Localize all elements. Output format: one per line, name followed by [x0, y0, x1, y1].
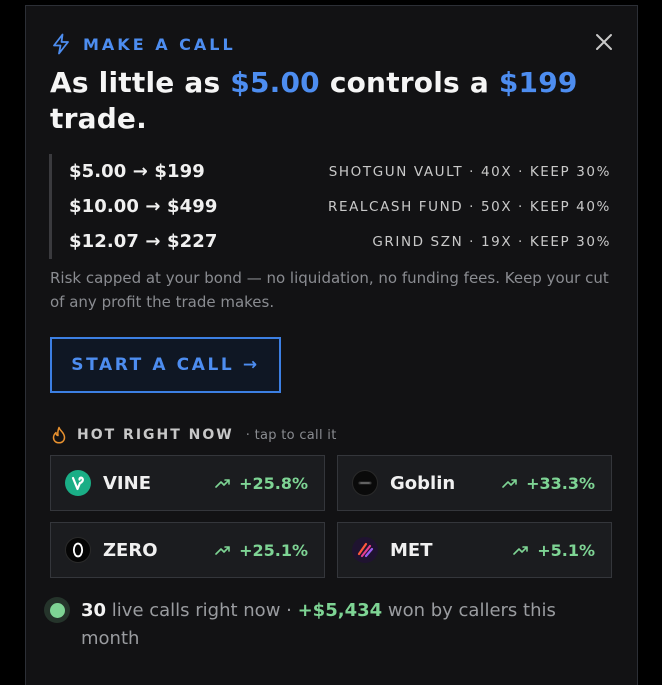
live-count: 30: [81, 600, 107, 621]
live-count-text: live calls right now ·: [106, 600, 298, 621]
eyebrow-label: MAKE A CALL: [83, 34, 236, 54]
token-tile-vine[interactable]: VINE +25.8%: [50, 455, 325, 511]
example-row: $5.00 → $199 SHOTGUN VAULT · 40X · KEEP …: [49, 154, 613, 189]
token-name: VINE: [103, 472, 151, 494]
headline-suffix: trade.: [50, 102, 147, 135]
flame-icon: [52, 426, 66, 444]
trending-up-icon: [502, 479, 517, 488]
hot-title: HOT RIGHT NOW: [77, 427, 234, 443]
example-pair: $5.00 → $199: [69, 161, 205, 182]
lightning-bolt-icon: [53, 33, 69, 55]
live-status-dot: [44, 597, 70, 623]
met-logo-icon: [352, 537, 378, 563]
close-button[interactable]: [593, 31, 615, 53]
headline-amount: $5.00: [230, 66, 320, 99]
headline-mid: controls a: [319, 66, 499, 99]
vine-logo-icon: [65, 470, 91, 496]
close-icon: [596, 34, 612, 50]
description: Risk capped at your bond — no liquidatio…: [50, 269, 609, 311]
token-name: ZERO: [103, 539, 158, 561]
example-meta: REALCASH FUND · 50X · KEEP 40%: [327, 198, 611, 215]
headline: As little as $5.00 controls a $199 trade…: [50, 65, 590, 137]
token-name: MET: [390, 539, 433, 561]
make-a-call-card: MAKE A CALL As little as $5.00 controls …: [25, 5, 638, 685]
headline-prefix: As little as: [50, 66, 231, 99]
live-stats: 30 live calls right now · +$5,434 won by…: [81, 597, 581, 653]
token-tile-zero[interactable]: ZERO +25.1%: [50, 522, 325, 578]
token-change: +25.1%: [215, 541, 308, 560]
example-pair: $12.07 → $227: [69, 231, 218, 252]
headline-target: $199: [498, 66, 578, 99]
example-meta: SHOTGUN VAULT · 40X · KEEP 30%: [328, 163, 611, 180]
token-change: +5.1%: [513, 541, 595, 560]
token-change-value: +5.1%: [537, 540, 595, 560]
eyebrow: MAKE A CALL: [51, 32, 236, 56]
trending-up-icon: [513, 546, 529, 555]
token-tile-met[interactable]: MET +5.1%: [337, 522, 612, 578]
token-change: +25.8%: [215, 474, 308, 493]
example-meta: GRIND SZN · 19X · KEEP 30%: [372, 233, 611, 250]
example-row: $12.07 → $227 GRIND SZN · 19X · KEEP 30%: [49, 224, 613, 259]
token-change-value: +33.3%: [526, 473, 595, 493]
won-amount: +$5,434: [297, 600, 383, 621]
zero-logo-icon: [65, 537, 91, 563]
start-call-button[interactable]: START A CALL →: [50, 337, 281, 393]
token-change-value: +25.8%: [239, 473, 308, 493]
example-pair: $10.00 → $499: [69, 196, 218, 217]
trending-up-icon: [215, 546, 230, 555]
example-row: $10.00 → $499 REALCASH FUND · 50X · KEEP…: [49, 189, 613, 224]
hot-section-header: HOT RIGHT NOW · tap to call it: [51, 425, 337, 445]
example-list: $5.00 → $199 SHOTGUN VAULT · 40X · KEEP …: [49, 154, 613, 259]
goblin-logo-icon: [352, 470, 378, 496]
token-tile-goblin[interactable]: Goblin +33.3%: [337, 455, 612, 511]
trending-up-icon: [215, 479, 230, 488]
token-change: +33.3%: [502, 474, 595, 493]
token-name: Goblin: [390, 472, 456, 494]
token-change-value: +25.1%: [239, 540, 308, 560]
hot-subtitle: · tap to call it: [245, 427, 337, 443]
